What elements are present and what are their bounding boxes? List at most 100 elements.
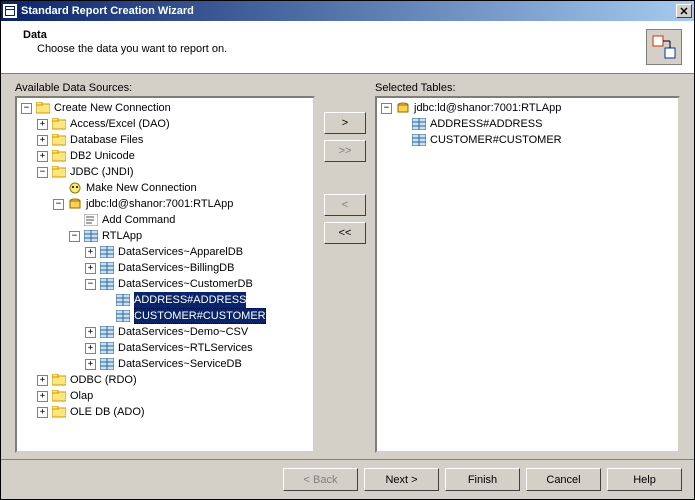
tree-label: Database Files <box>70 132 143 148</box>
expand-icon[interactable]: + <box>37 407 48 418</box>
tree-label: DataServices~BillingDB <box>118 260 234 276</box>
table-icon <box>100 325 114 339</box>
header-subtext: Choose the data you want to report on. <box>23 43 646 55</box>
tree-item-connection[interactable]: − jdbc:ld@shanor:7001:RTLApp <box>51 196 313 212</box>
expand-icon[interactable]: + <box>37 135 48 146</box>
remove-button[interactable]: < <box>324 194 366 216</box>
collapse-icon[interactable]: − <box>37 167 48 178</box>
wizard-header: Data Choose the data you want to report … <box>1 21 694 74</box>
add-all-button[interactable]: >> <box>324 140 366 162</box>
expand-icon[interactable]: + <box>85 247 96 258</box>
collapse-icon[interactable]: − <box>21 103 32 114</box>
tree-item[interactable]: + Database Files <box>35 132 313 148</box>
tree-label: DataServices~RTLServices <box>118 340 253 356</box>
tree-label: Make New Connection <box>86 180 197 196</box>
help-button[interactable]: Help <box>607 468 682 491</box>
tree-item[interactable]: CUSTOMER#CUSTOMER <box>395 132 678 148</box>
table-icon <box>100 341 114 355</box>
tree-item[interactable]: + Access/Excel (DAO) <box>35 116 313 132</box>
selected-tree[interactable]: − jdbc:ld@shanor:7001:RTLApp ADDRESS#ADDR… <box>375 96 680 453</box>
expand-icon[interactable]: + <box>85 263 96 274</box>
tree-label: Access/Excel (DAO) <box>70 116 170 132</box>
tree-label: DataServices~ServiceDB <box>118 356 242 372</box>
expand-icon[interactable]: + <box>85 359 96 370</box>
tree-item[interactable]: +Olap <box>35 388 313 404</box>
tree-item-address[interactable]: ADDRESS#ADDRESS <box>99 292 313 308</box>
tree-label: Add Command <box>102 212 175 228</box>
app-icon <box>3 4 17 18</box>
table-icon <box>412 117 426 131</box>
tree-item-rtlapp[interactable]: − RTLApp <box>67 228 313 244</box>
tree-item[interactable]: + DataServices~BillingDB <box>83 260 313 276</box>
tree-item-customerdb[interactable]: −DataServices~CustomerDB <box>83 276 313 292</box>
db-icon <box>396 101 410 115</box>
tree-item[interactable]: + ODBC (RDO) <box>35 372 313 388</box>
available-tree[interactable]: − Create New Connection + Access/Excel (D… <box>15 96 315 453</box>
selected-column: Selected Tables: −jdbc:ld@shanor:7001:RT… <box>375 82 680 453</box>
finish-button[interactable]: Finish <box>445 468 520 491</box>
tree-label: jdbc:ld@shanor:7001:RTLApp <box>414 100 561 116</box>
tree-label: ODBC (RDO) <box>70 372 137 388</box>
tree-item[interactable]: + DataServices~Demo~CSV <box>83 324 313 340</box>
tree-item[interactable]: + DataServices~ServiceDB <box>83 356 313 372</box>
wizard-window: Standard Report Creation Wizard ✕ Data C… <box>0 0 695 500</box>
tree-item[interactable]: ADDRESS#ADDRESS <box>395 116 678 132</box>
back-button[interactable]: < Back <box>283 468 358 491</box>
collapse-icon[interactable]: − <box>381 103 392 114</box>
window-title: Standard Report Creation Wizard <box>21 5 676 17</box>
tree-root[interactable]: − jdbc:ld@shanor:7001:RTLApp <box>379 100 678 116</box>
expand-icon[interactable]: + <box>37 151 48 162</box>
table-icon <box>100 261 114 275</box>
tree-label: CUSTOMER#CUSTOMER <box>430 132 562 148</box>
tree-item[interactable]: + OLE DB (ADO) <box>35 404 313 420</box>
tree-label: Create New Connection <box>54 100 171 116</box>
tree-item-customer[interactable]: CUSTOMER#CUSTOMER <box>99 308 313 324</box>
db-icon <box>68 197 82 211</box>
expand-icon[interactable]: + <box>85 327 96 338</box>
folder-icon <box>52 389 66 403</box>
table-icon <box>116 293 130 307</box>
collapse-icon[interactable]: − <box>53 199 64 210</box>
tree-item[interactable]: + DataServices~ApparelDB <box>83 244 313 260</box>
expand-icon[interactable]: + <box>37 119 48 130</box>
tree-label: ADDRESS#ADDRESS <box>430 116 542 132</box>
tree-label: JDBC (JNDI) <box>70 164 134 180</box>
next-button[interactable]: Next > <box>364 468 439 491</box>
command-icon <box>84 213 98 227</box>
tree-label: DB2 Unicode <box>70 148 135 164</box>
expand-icon[interactable]: + <box>37 391 48 402</box>
cancel-button[interactable]: Cancel <box>526 468 601 491</box>
tree-label: jdbc:ld@shanor:7001:RTLApp <box>86 196 233 212</box>
add-button[interactable]: > <box>324 112 366 134</box>
table-icon <box>116 309 130 323</box>
tree-item-new-connection[interactable]: Make New Connection <box>51 180 313 196</box>
collapse-icon[interactable]: − <box>69 231 80 242</box>
folder-icon <box>52 165 66 179</box>
close-button[interactable]: ✕ <box>676 4 692 18</box>
tree-label: RTLApp <box>102 228 142 244</box>
tree-item-add-command[interactable]: Add Command <box>67 212 313 228</box>
header-heading: Data <box>23 29 646 41</box>
tree-label: DataServices~Demo~CSV <box>118 324 248 340</box>
table-icon <box>100 277 114 291</box>
tree-item-jdbc[interactable]: − JDBC (JNDI) <box>35 164 313 180</box>
folder-icon <box>52 133 66 147</box>
transfer-buttons: > >> < << <box>315 82 375 453</box>
tree-item[interactable]: + DataServices~RTLServices <box>83 340 313 356</box>
folder-icon <box>52 373 66 387</box>
collapse-icon[interactable]: − <box>85 279 96 290</box>
folder-icon <box>36 101 50 115</box>
header-text: Data Choose the data you want to report … <box>23 29 646 65</box>
tree-root[interactable]: − Create New Connection <box>19 100 313 116</box>
folder-icon <box>52 117 66 131</box>
expand-icon[interactable]: + <box>37 375 48 386</box>
tree-label: DataServices~ApparelDB <box>118 244 243 260</box>
available-label: Available Data Sources: <box>15 82 315 94</box>
remove-all-button[interactable]: << <box>324 222 366 244</box>
tree-label: CUSTOMER#CUSTOMER <box>134 308 266 324</box>
tree-label: OLE DB (ADO) <box>70 404 145 420</box>
table-icon <box>100 357 114 371</box>
tree-item[interactable]: + DB2 Unicode <box>35 148 313 164</box>
expand-icon[interactable]: + <box>85 343 96 354</box>
folder-icon <box>52 405 66 419</box>
